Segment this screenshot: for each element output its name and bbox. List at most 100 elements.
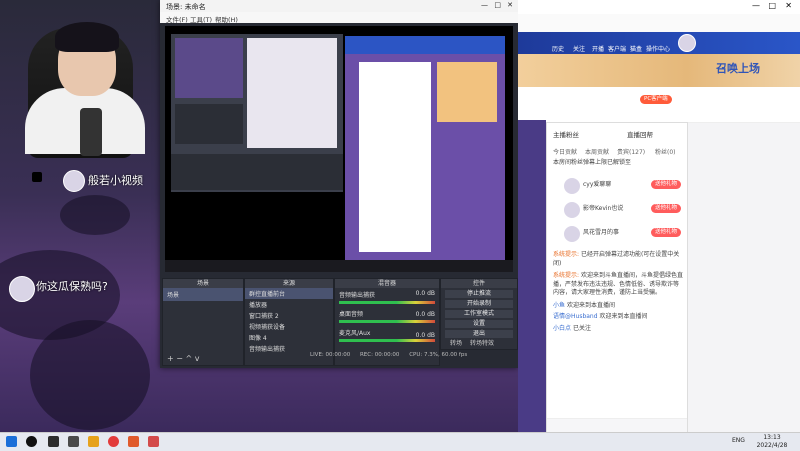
avatar xyxy=(9,276,35,302)
sources-dock-title: 来源 xyxy=(245,279,333,288)
scenes-dock-title: 场景 xyxy=(163,279,243,288)
scenes-dock: 场景 场景 + − ^ v xyxy=(162,278,244,366)
minimize-icon[interactable]: — xyxy=(481,1,488,9)
mixer-db: 0.0 dB xyxy=(415,290,435,297)
window-title: 场景: 未命名 xyxy=(166,3,206,11)
room-toolbar: PC客户端 xyxy=(518,87,800,123)
chat-input-bar[interactable] xyxy=(547,418,687,433)
gift-badge[interactable]: 送他礼物 xyxy=(650,204,681,213)
close-icon[interactable]: ✕ xyxy=(785,1,792,10)
transition-tabs: 转场 转场特效 xyxy=(450,338,512,348)
volume-meter[interactable] xyxy=(339,301,435,304)
settings-button[interactable]: 设置 xyxy=(445,320,513,328)
tab-transition[interactable]: 转场 xyxy=(450,340,462,347)
mixer-db: 0.0 dB xyxy=(415,332,435,339)
obs-statusbar: LIVE: 00:00:00 REC: 00:00:00 CPU: 7.3%, … xyxy=(310,352,516,362)
clock-time[interactable]: 13:13 xyxy=(752,434,792,441)
side-decoration xyxy=(518,120,546,432)
streamer-hair xyxy=(55,22,119,52)
ranking-item[interactable]: cyy爱聊聊 送他礼物 xyxy=(553,175,681,199)
obs-window[interactable]: 场景: 未命名 — □ ✕ 文件(F) 工具(T) 帮助(H) 场景 场景 + … xyxy=(160,0,518,368)
nav-client[interactable]: 客户端 xyxy=(608,44,626,53)
gift-badge[interactable]: 送他礼物 xyxy=(650,180,681,189)
menu-help[interactable]: 帮助(H) xyxy=(215,14,238,24)
nav-follow[interactable]: 关注 xyxy=(573,44,585,53)
exit-button[interactable]: 退出 xyxy=(445,330,513,338)
app-icon[interactable] xyxy=(68,436,79,447)
scene-item[interactable]: 场景 xyxy=(163,288,243,301)
pc-client-button[interactable]: PC客户端 xyxy=(640,95,672,104)
stop-stream-button[interactable]: 停止推流 xyxy=(445,290,513,298)
menu-tools[interactable]: 工具(T) xyxy=(190,14,212,24)
avatar xyxy=(63,170,85,192)
app-icon[interactable] xyxy=(148,436,159,447)
banner-text: 召唤上场 xyxy=(716,62,760,75)
announcement: 本房间粉丝弹幕上限已解锁至 xyxy=(553,159,632,166)
volume-meter[interactable] xyxy=(339,320,435,323)
source-item[interactable]: 窗口捕获 2 xyxy=(245,310,333,321)
ranking-name: 风花雪月的事 xyxy=(583,229,620,236)
ranking-item[interactable]: 风花雪月的事 送他礼物 xyxy=(553,223,681,247)
start-icon[interactable] xyxy=(6,436,17,447)
add-scene-icon[interactable]: + − ^ v xyxy=(167,354,199,363)
avatar xyxy=(563,225,581,243)
nav-operation-center[interactable]: 操作中心 xyxy=(646,44,670,53)
input-language[interactable]: ENG xyxy=(732,437,745,444)
avatar xyxy=(563,201,581,219)
rec-time: REC: 00:00:00 xyxy=(359,352,400,358)
source-item[interactable]: 播放器 xyxy=(245,299,333,310)
ranking-item[interactable]: 影帝Kevin也说 送他礼物 xyxy=(553,199,681,223)
obs-titlebar[interactable]: 场景: 未命名 — □ ✕ xyxy=(160,0,518,12)
palm-silhouette xyxy=(60,195,130,235)
nav-broadcast[interactable]: 开播 xyxy=(592,44,604,53)
cpu-usage: CPU: 7.3%, 60.00 fps xyxy=(409,352,468,358)
gift-badge[interactable]: 送他礼物 xyxy=(650,228,681,237)
tab-live-replay[interactable]: 直播回帮 xyxy=(627,129,653,139)
mixer-db: 0.0 dB xyxy=(415,311,435,318)
chat-line: 语情@Husband 欢迎来到本直播间 xyxy=(553,313,648,320)
close-icon[interactable]: ✕ xyxy=(507,1,513,9)
chat-panel: 主播粉丝 直播回帮 今日贡献 本周贡献 贵宾(127) 粉丝(0) 本房间粉丝弹… xyxy=(546,122,688,434)
nested-taskbar xyxy=(165,260,513,272)
filter-vip[interactable]: 贵宾(127) xyxy=(617,147,645,156)
ranking-list: cyy爱聊聊 送他礼物 影帝Kevin也说 送他礼物 风花雪月的事 送他礼物 xyxy=(553,175,681,247)
obs-preview[interactable] xyxy=(165,26,513,272)
avatar xyxy=(563,177,581,195)
chrome-icon[interactable] xyxy=(108,436,119,447)
maximize-icon[interactable]: □ xyxy=(494,1,501,9)
menu-file[interactable]: 文件(F) xyxy=(166,14,188,24)
app-icon[interactable] xyxy=(128,436,139,447)
tab-transition-effects[interactable]: 转场特效 xyxy=(470,340,494,347)
source-item[interactable]: 视频捕获设备 xyxy=(245,321,333,332)
chat-messages: 系统提示: 已经开启弹幕过滤功能(可在设置中关闭) 系统提示: 欢迎来到斗鱼直播… xyxy=(553,251,683,333)
filter-today[interactable]: 今日贡献 xyxy=(553,147,577,156)
filter-week[interactable]: 本周贡献 xyxy=(585,147,609,156)
controls-dock-title: 控件 xyxy=(441,279,517,288)
maximize-icon[interactable]: □ xyxy=(768,1,776,10)
start-recording-button[interactable]: 开始录制 xyxy=(445,300,513,308)
source-item[interactable]: 群控直播前台 xyxy=(245,288,333,299)
browser-window[interactable]: — □ ✕ 召唤上场 历史 关注 开播 客户端 猫盒 操作中心 PC客户端 主播… xyxy=(518,0,800,434)
minimize-icon[interactable]: — xyxy=(752,1,760,10)
palm-silhouette xyxy=(30,320,150,430)
nested-browser-capture xyxy=(345,36,505,262)
clock-date[interactable]: 2022/4/28 xyxy=(752,442,792,449)
ranking-name: 影帝Kevin也说 xyxy=(583,205,624,212)
search-icon[interactable] xyxy=(26,436,37,447)
tiktok-icon xyxy=(32,172,42,182)
nav-catbox[interactable]: 猫盒 xyxy=(630,44,642,53)
app-icon[interactable] xyxy=(48,436,59,447)
ranking-name: cyy爱聊聊 xyxy=(583,181,612,188)
studio-mode-button[interactable]: 工作室模式 xyxy=(445,310,513,318)
source-item[interactable]: 图像 4 xyxy=(245,332,333,343)
filter-fans[interactable]: 粉丝(0) xyxy=(655,147,676,156)
microphone xyxy=(80,108,102,156)
app-icon[interactable] xyxy=(88,436,99,447)
nested-obs-capture xyxy=(171,34,343,192)
user-avatar[interactable] xyxy=(678,34,696,52)
top-nav: 历史 关注 开播 客户端 猫盒 操作中心 xyxy=(518,32,800,54)
nav-history[interactable]: 历史 xyxy=(552,44,564,53)
tab-anchor-fans[interactable]: 主播粉丝 xyxy=(553,129,579,139)
chat-line: 小白点 已关注 xyxy=(553,324,591,332)
volume-meter[interactable] xyxy=(339,339,435,342)
